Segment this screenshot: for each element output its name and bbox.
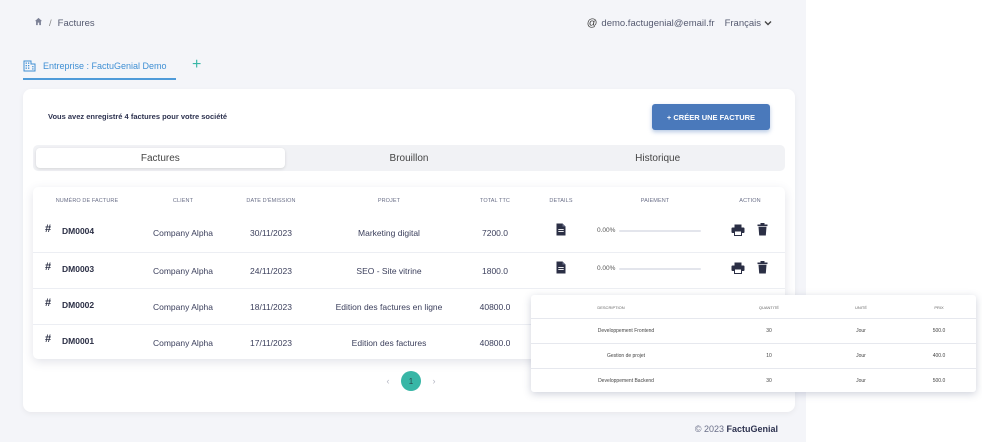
footer: © 2023 FactuGenial: [695, 424, 778, 434]
popup-price: 400.0: [932, 353, 946, 359]
invoice-number: DM0001: [62, 336, 95, 346]
table-header: NUMÉRO DE FACTURE CLIENT DATE D'ÉMISSION…: [33, 187, 785, 215]
invoice-project: Edition des factures: [351, 338, 427, 348]
invoice-number: DM0003: [62, 264, 95, 274]
popup-unit: Jour: [856, 328, 866, 334]
language-label: Français: [724, 17, 761, 29]
popup-quantity: 30: [766, 378, 772, 384]
page-button-1[interactable]: 1: [401, 371, 421, 391]
invoice-client: Company Alpha: [152, 338, 213, 348]
invoice-summary: Vous avez enregistré 4 factures pour vot…: [48, 112, 228, 121]
header-total[interactable]: TOTAL TTC: [465, 198, 525, 204]
hash-icon: #: [45, 297, 52, 309]
next-page-button[interactable]: ›: [427, 376, 441, 386]
popup-header-description: DESCRIPTION: [597, 305, 625, 310]
header-details: DETAILS: [549, 198, 573, 204]
invoice-total: 40800.0: [479, 302, 511, 312]
popup-row: Developpement Frontend 30 Jour 500.0: [531, 318, 976, 343]
popup-unit: Jour: [856, 353, 866, 359]
header-number[interactable]: NUMÉRO DE FACTURE: [47, 198, 127, 204]
header-date[interactable]: DATE D'ÉMISSION: [231, 198, 311, 204]
payment-progress: 0.00%: [597, 265, 702, 272]
popup-row: Developpement Backend 30 Jour 500.0: [531, 368, 976, 393]
popup-price: 500.0: [932, 328, 946, 334]
payment-progress: 0.00%: [597, 227, 702, 234]
breadcrumb: / Factures: [34, 17, 95, 29]
payment-percent: 0.00%: [597, 227, 616, 234]
popup-price: 500.0: [932, 378, 946, 384]
popup-description: Gestion de projet: [606, 353, 646, 359]
popup-header-unit: UNITÉ: [855, 305, 867, 310]
table-row[interactable]: # DM0004 Company Alpha 30/11/2023 Market…: [33, 215, 785, 252]
invoice-date: 18/11/2023: [250, 302, 292, 312]
popup-row: Gestion de projet 10 Jour 400.0: [531, 343, 976, 368]
header-action: ACTION: [739, 198, 761, 204]
invoice-date: 24/11/2023: [250, 266, 292, 276]
at-icon: @: [586, 17, 598, 29]
trash-icon[interactable]: [757, 261, 768, 279]
invoice-number: DM0004: [62, 226, 95, 236]
print-icon[interactable]: [731, 261, 745, 279]
invoice-total: 7200.0: [482, 228, 508, 238]
document-icon[interactable]: [555, 223, 567, 241]
home-icon[interactable]: [34, 17, 43, 29]
popup-unit: Jour: [856, 378, 866, 384]
header-project[interactable]: PROJET: [329, 198, 449, 204]
invoice-number: DM0002: [62, 300, 95, 310]
header-payment: PAIEMENT: [640, 198, 670, 204]
popup-quantity: 30: [766, 328, 772, 334]
invoice-client: Company Alpha: [152, 302, 213, 312]
header-client[interactable]: CLIENT: [143, 198, 223, 204]
popup-description: Developpement Frontend: [597, 328, 655, 334]
segment-brouillon[interactable]: Brouillon: [285, 148, 534, 168]
invoice-date: 17/11/2023: [250, 338, 292, 348]
invoice-details-popup: DESCRIPTION QUANTITÉ UNITÉ PRIX Developp…: [531, 295, 976, 392]
table-row[interactable]: # DM0003 Company Alpha 24/11/2023 SEO - …: [33, 252, 785, 289]
hash-icon: #: [45, 333, 52, 345]
segment-factures[interactable]: Factures: [36, 148, 285, 168]
popup-description: Developpement Backend: [598, 378, 654, 384]
building-icon: [23, 60, 36, 72]
invoice-total: 40800.0: [479, 338, 511, 348]
hash-icon: #: [45, 261, 52, 273]
top-bar: / Factures @ demo.factugenial@email.fr F…: [0, 0, 806, 44]
popup-quantity: 10: [766, 353, 772, 359]
document-icon[interactable]: [555, 261, 567, 279]
prev-page-button[interactable]: ‹: [381, 376, 395, 386]
popup-header-price: PRIX: [934, 305, 944, 310]
add-company-button[interactable]: +: [192, 56, 201, 74]
invoice-project: SEO - Site vitrine: [356, 266, 422, 276]
breadcrumb-current: Factures: [57, 17, 95, 29]
invoice-client: Company Alpha: [152, 266, 213, 276]
user-menu: @ demo.factugenial@email.fr Français: [587, 17, 772, 29]
payment-bar: [619, 229, 702, 232]
payment-percent: 0.00%: [597, 265, 616, 272]
hash-icon: #: [45, 223, 52, 235]
company-tabs: Entreprise : FactuGenial Demo +: [23, 54, 201, 82]
tab-company[interactable]: Entreprise : FactuGenial Demo: [23, 54, 176, 80]
print-icon[interactable]: [731, 223, 745, 241]
invoice-client: Company Alpha: [152, 228, 213, 238]
footer-brand: FactuGenial: [726, 424, 778, 434]
invoice-project: Edition des factures en ligne: [335, 302, 443, 312]
pagination: ‹ 1 ›: [381, 371, 441, 391]
footer-copyright: © 2023: [694, 424, 724, 434]
invoice-total: 1800.0: [482, 266, 508, 276]
user-email[interactable]: demo.factugenial@email.fr: [601, 18, 714, 29]
breadcrumb-separator: /: [49, 17, 52, 29]
view-segment-control: Factures Brouillon Historique: [33, 145, 785, 171]
language-select[interactable]: Français: [725, 18, 772, 29]
trash-icon[interactable]: [757, 223, 768, 241]
tab-company-label: Entreprise : FactuGenial Demo: [43, 61, 167, 71]
invoice-date: 30/11/2023: [250, 228, 292, 238]
invoice-project: Marketing digital: [358, 228, 420, 238]
create-invoice-button[interactable]: + CRÉER UNE FACTURE: [652, 104, 770, 130]
payment-bar: [619, 267, 702, 270]
popup-header-quantity: QUANTITÉ: [758, 305, 780, 310]
chevron-down-icon: [764, 21, 772, 26]
segment-historique[interactable]: Historique: [533, 148, 782, 168]
